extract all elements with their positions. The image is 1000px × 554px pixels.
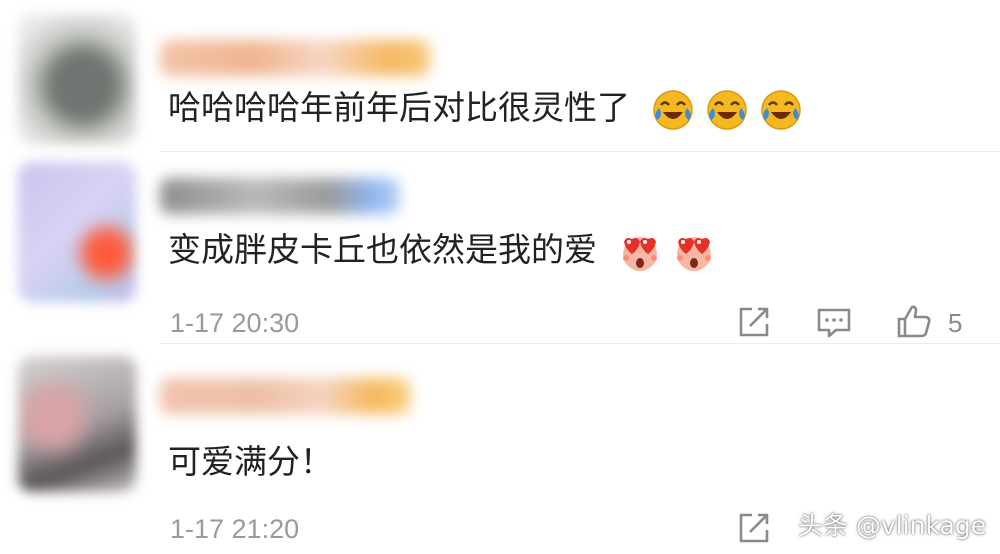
- laugh-cry-icon: [705, 88, 749, 132]
- laugh-cry-icon: [759, 88, 803, 132]
- emoji-row: [651, 88, 803, 132]
- heart-eyes-icon: [618, 230, 662, 274]
- share-icon[interactable]: [734, 302, 774, 342]
- comment-item: 变成胖皮卡丘也依然是我的爱 1-17 20:30 5: [0, 152, 1000, 342]
- avatar[interactable]: [18, 356, 136, 492]
- watermark: 头条 @vlinkage: [798, 511, 987, 540]
- laugh-cry-icon: [651, 88, 695, 132]
- emoji-row: [618, 230, 716, 274]
- username-blurred[interactable]: [160, 40, 430, 76]
- username-blurred[interactable]: [160, 378, 410, 414]
- comment-text: 变成胖皮卡丘也依然是我的爱: [168, 228, 716, 274]
- comment-text: 可爱满分！: [168, 440, 333, 484]
- username-blurred[interactable]: [160, 178, 400, 214]
- avatar[interactable]: [18, 162, 136, 302]
- comment-text: 哈哈哈哈年前年后对比很灵性了: [168, 86, 803, 132]
- heart-eyes-icon: [672, 230, 716, 274]
- comment-meta: 1-17 20:30 5: [170, 302, 970, 346]
- timestamp: 1-17 21:20: [170, 514, 300, 544]
- like-count: 5: [948, 308, 963, 338]
- comment-body: 变成胖皮卡丘也依然是我的爱: [168, 230, 597, 269]
- share-icon[interactable]: [734, 508, 774, 548]
- timestamp: 1-17 20:30: [170, 308, 300, 338]
- comment-body: 可爱满分！: [168, 442, 333, 481]
- comment-body: 哈哈哈哈年前年后对比很灵性了: [168, 88, 630, 127]
- comment-icon[interactable]: [814, 302, 854, 342]
- comment-item: 哈哈哈哈年前年后对比很灵性了: [0, 0, 1000, 150]
- avatar[interactable]: [18, 14, 136, 144]
- like-icon[interactable]: [894, 302, 934, 342]
